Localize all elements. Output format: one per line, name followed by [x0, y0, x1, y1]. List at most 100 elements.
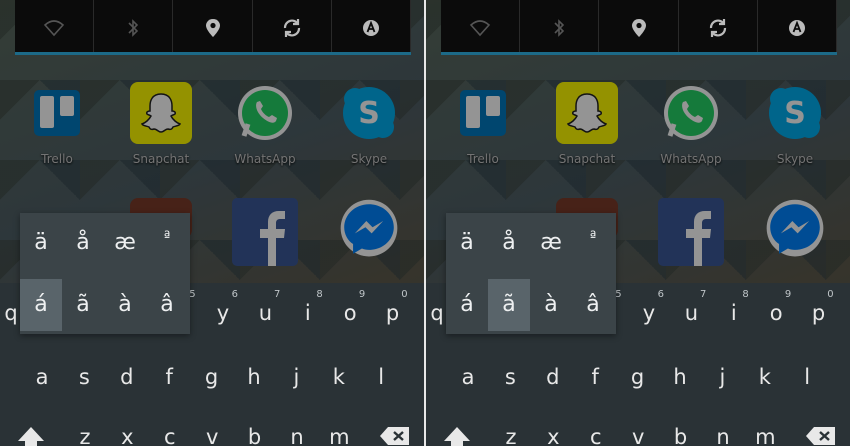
app-trello[interactable]: Trello — [448, 82, 518, 166]
key-label: s — [78, 365, 90, 389]
app-trello[interactable]: Trello — [22, 82, 92, 166]
key-f[interactable]: f — [148, 365, 190, 389]
app-messenger[interactable] — [760, 198, 830, 260]
shift-key[interactable] — [436, 425, 478, 446]
key-f[interactable]: f — [574, 365, 616, 389]
key-g[interactable]: g — [617, 365, 659, 389]
key-c[interactable]: c — [149, 425, 191, 446]
quick-setting-tile[interactable] — [94, 0, 174, 55]
wifi-icon — [469, 19, 491, 36]
key-s[interactable]: s — [489, 365, 531, 389]
key-u[interactable]: 7u — [244, 289, 286, 325]
key-n[interactable]: n — [276, 425, 318, 446]
key-i[interactable]: 8i — [287, 289, 329, 325]
accent-key-selected[interactable]: ã — [488, 279, 530, 331]
key-v[interactable]: v — [191, 425, 233, 446]
key-x[interactable]: x — [106, 425, 148, 446]
quick-setting-tile[interactable] — [520, 0, 600, 55]
location-icon — [205, 18, 220, 37]
accent-key[interactable]: ä — [446, 217, 488, 269]
key-label: m — [755, 425, 776, 446]
key-j[interactable]: j — [275, 365, 317, 389]
key-p[interactable]: 0p — [798, 289, 840, 325]
app-facebook[interactable] — [230, 198, 300, 266]
key-j[interactable]: j — [701, 365, 743, 389]
shift-icon — [18, 427, 44, 446]
app-snapchat[interactable]: Snapchat — [126, 82, 196, 166]
accent-key[interactable]: à — [530, 279, 572, 331]
accent-key[interactable]: æ — [530, 217, 572, 269]
app-whatsapp[interactable]: WhatsApp — [656, 82, 726, 166]
key-o[interactable]: 9o — [755, 289, 797, 325]
key-y[interactable]: 6y — [202, 289, 244, 325]
key-o[interactable]: 9o — [329, 289, 371, 325]
key-label: b — [247, 425, 262, 446]
key-k[interactable]: k — [318, 365, 360, 389]
key-n[interactable]: n — [702, 425, 744, 446]
key-i[interactable]: 8i — [713, 289, 755, 325]
quick-setting-tile[interactable] — [679, 0, 758, 55]
key-y[interactable]: 6y — [628, 289, 670, 325]
key-u[interactable]: 7u — [670, 289, 712, 325]
quick-setting-tile[interactable] — [173, 0, 253, 55]
quick-setting-tile[interactable] — [253, 0, 332, 55]
accent-key[interactable]: à — [104, 279, 146, 331]
key-z[interactable]: z — [490, 425, 532, 446]
key-a[interactable]: a — [447, 365, 489, 389]
key-k[interactable]: k — [744, 365, 786, 389]
key-g[interactable]: g — [191, 365, 233, 389]
key-c[interactable]: c — [575, 425, 617, 446]
key-label: q — [430, 301, 444, 325]
key-l[interactable]: l — [360, 365, 402, 389]
key-m[interactable]: m — [744, 425, 786, 446]
backspace-key[interactable] — [800, 425, 842, 446]
key-h[interactable]: h — [233, 365, 275, 389]
key-d[interactable]: d — [532, 365, 574, 389]
key-v[interactable]: v — [617, 425, 659, 446]
key-label: x — [121, 425, 134, 446]
app-facebook[interactable] — [656, 198, 726, 266]
quick-setting-tile[interactable] — [15, 0, 95, 55]
quick-setting-tile[interactable] — [599, 0, 679, 55]
quick-setting-tile[interactable] — [758, 0, 838, 55]
accent-key[interactable]: â — [146, 279, 188, 331]
snapchat-icon — [130, 82, 192, 144]
key-a[interactable]: a — [21, 365, 63, 389]
accent-key-selected[interactable]: á — [20, 279, 62, 331]
facebook-icon — [658, 198, 724, 266]
app-whatsapp[interactable]: WhatsApp — [230, 82, 300, 166]
accent-key[interactable]: â — [572, 279, 614, 331]
key-label: z — [79, 425, 91, 446]
app-snapchat[interactable]: Snapchat — [552, 82, 622, 166]
backspace-key[interactable] — [374, 425, 416, 446]
quick-settings-indicator — [441, 52, 837, 55]
quick-setting-tile[interactable] — [441, 0, 521, 55]
app-label: Skype — [350, 152, 388, 166]
key-z[interactable]: z — [64, 425, 106, 446]
key-h[interactable]: h — [659, 365, 701, 389]
sync-icon — [283, 18, 300, 37]
key-b[interactable]: b — [660, 425, 702, 446]
key-s[interactable]: s — [63, 365, 105, 389]
key-d[interactable]: d — [106, 365, 148, 389]
bluetooth-icon — [554, 18, 565, 37]
app-skype[interactable]: S Skype — [760, 82, 830, 166]
quick-setting-tile[interactable] — [332, 0, 412, 55]
accent-key[interactable]: æ — [104, 217, 146, 269]
accent-key[interactable]: å — [62, 217, 104, 269]
accent-key[interactable]: ª — [146, 217, 188, 269]
key-p[interactable]: 0p — [372, 289, 414, 325]
accent-key[interactable]: ä — [20, 217, 62, 269]
shift-key[interactable] — [10, 425, 52, 446]
bluetooth-icon — [128, 18, 139, 37]
accent-key[interactable]: á — [446, 279, 488, 331]
key-l[interactable]: l — [786, 365, 828, 389]
key-x[interactable]: x — [532, 425, 574, 446]
app-skype[interactable]: S Skype — [334, 82, 404, 166]
app-messenger[interactable] — [334, 198, 404, 260]
key-b[interactable]: b — [234, 425, 276, 446]
accent-key[interactable]: ª — [572, 217, 614, 269]
accent-key[interactable]: å — [488, 217, 530, 269]
accent-key[interactable]: ã — [62, 279, 104, 331]
key-m[interactable]: m — [318, 425, 360, 446]
